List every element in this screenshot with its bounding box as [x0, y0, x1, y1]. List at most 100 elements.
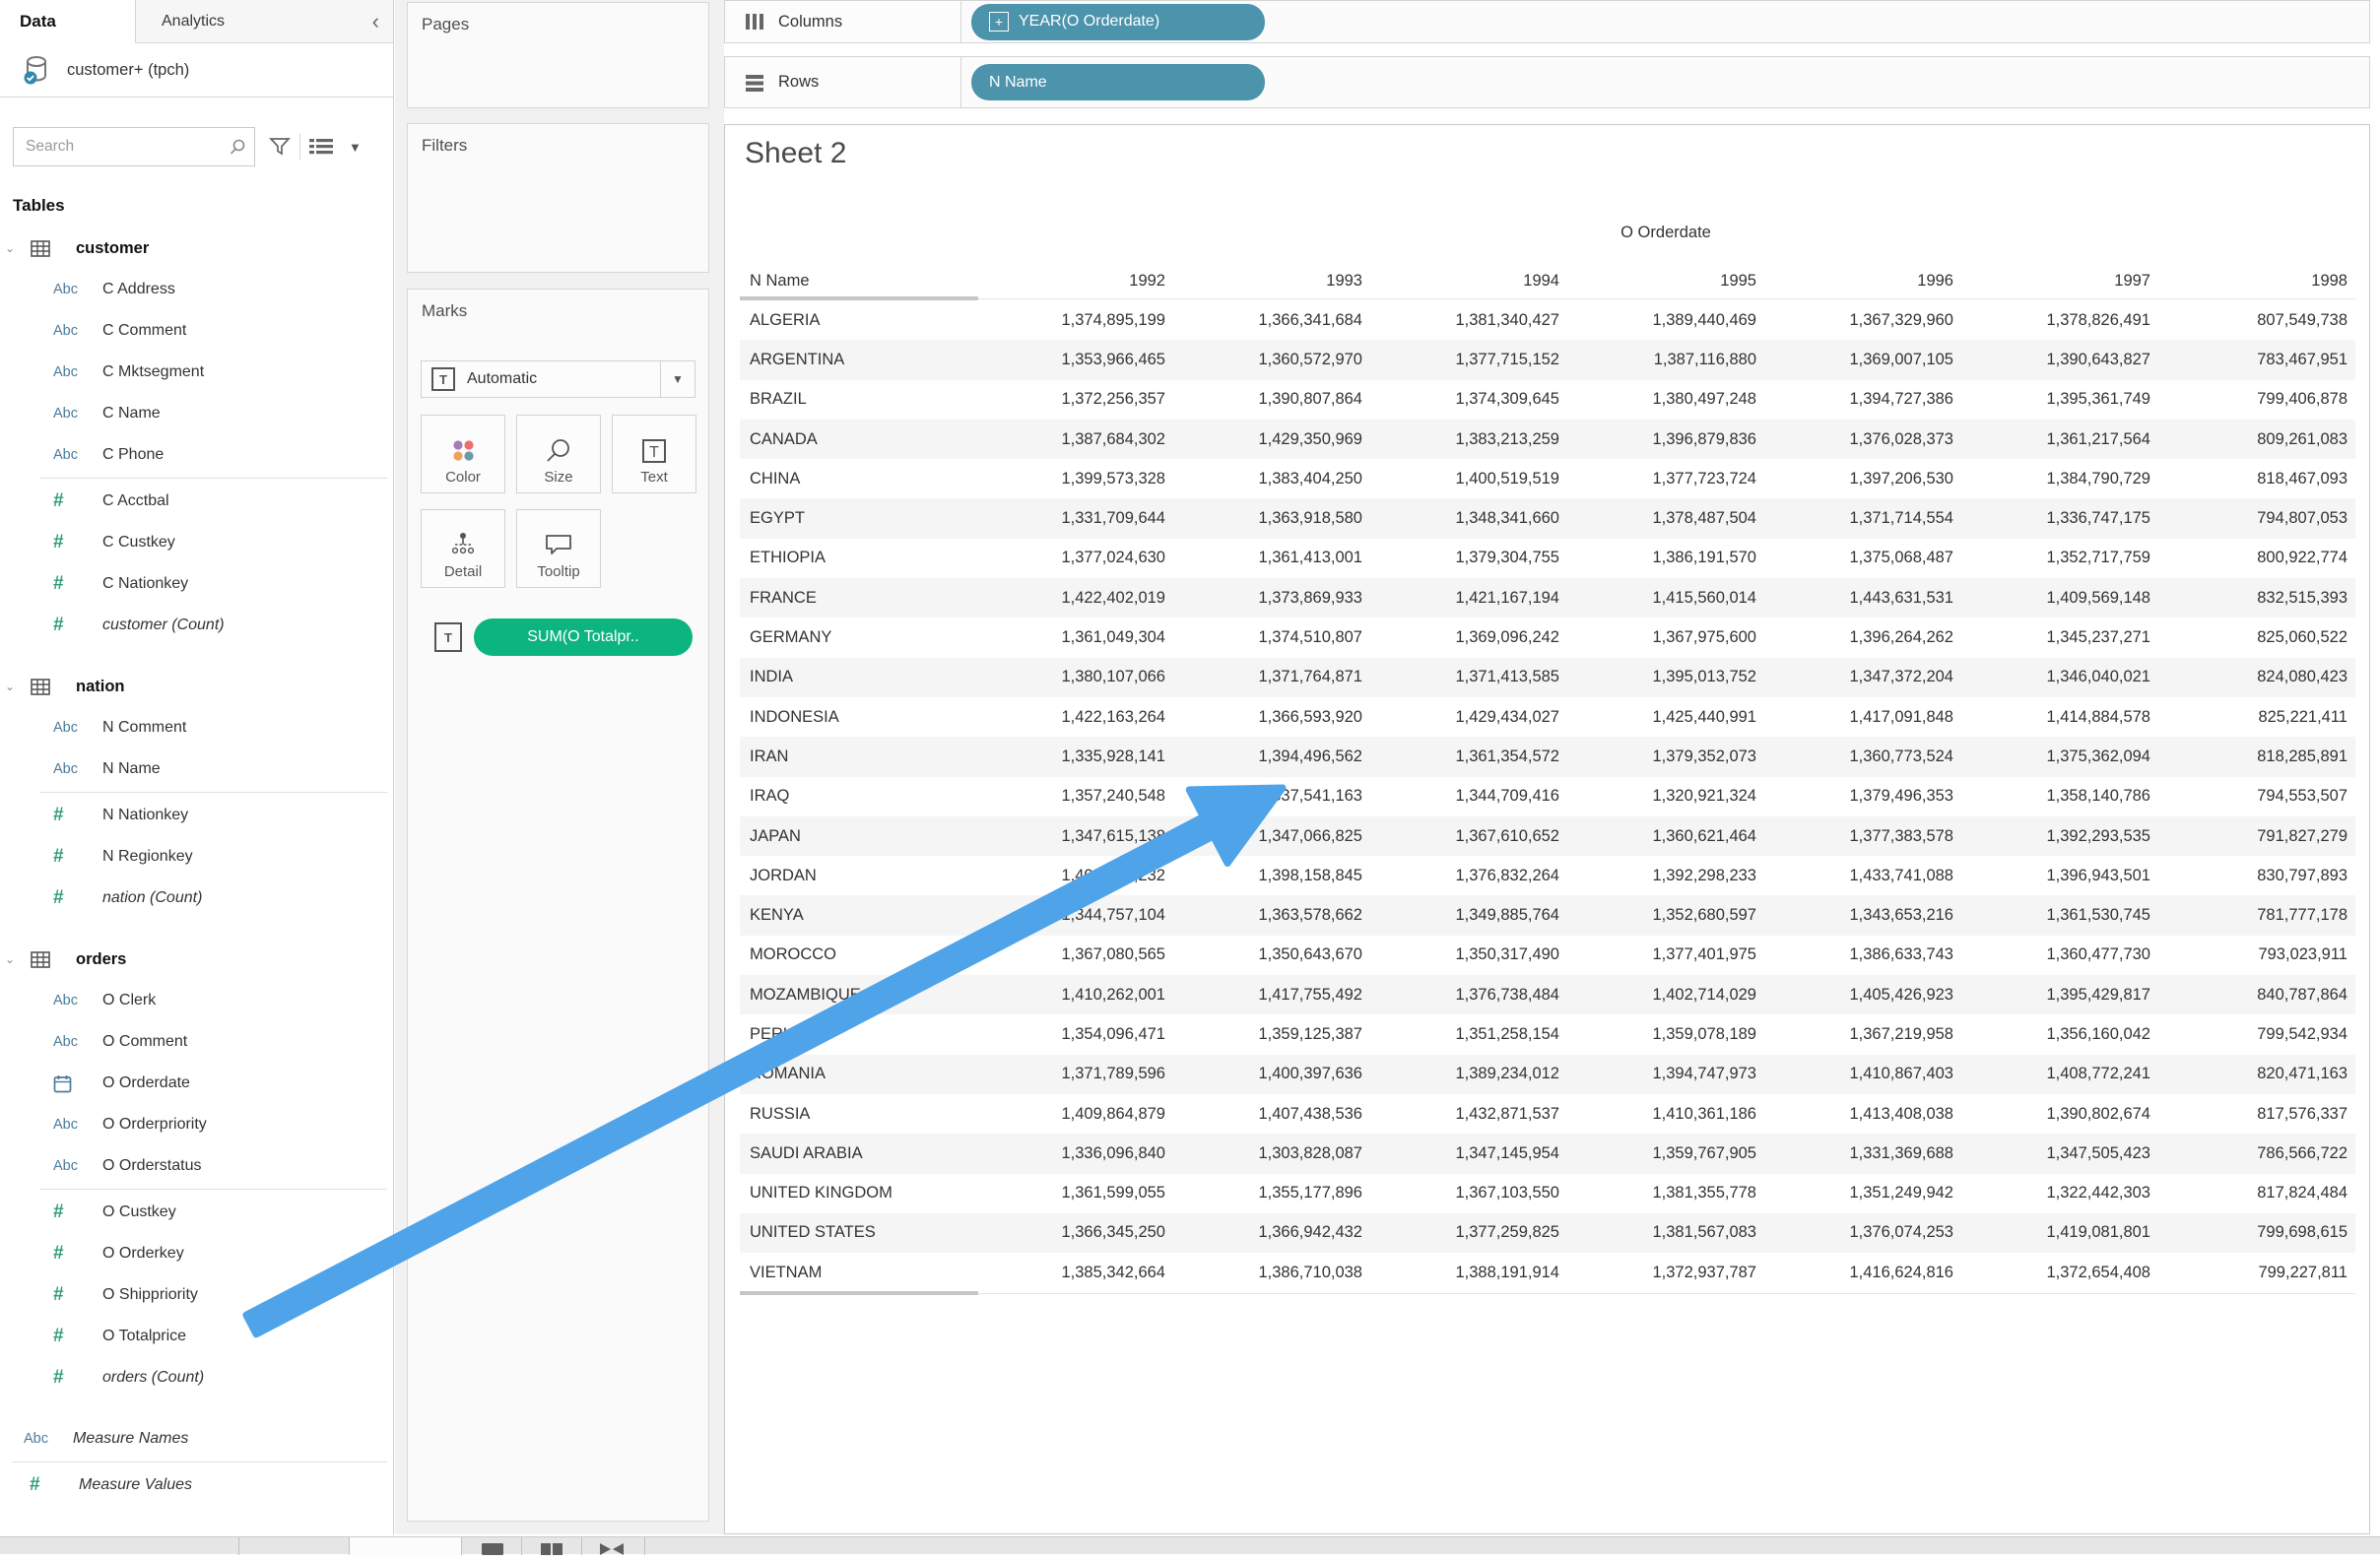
- value-cell[interactable]: 799,542,934: [2158, 1025, 2355, 1044]
- field-measure-values[interactable]: # Measure Values: [0, 1464, 393, 1506]
- field-item[interactable]: #O Shippriority: [0, 1274, 393, 1316]
- value-cell[interactable]: 818,467,093: [2158, 470, 2355, 488]
- value-cell[interactable]: 1,354,096,471: [976, 1025, 1173, 1044]
- value-cell[interactable]: 791,827,279: [2158, 827, 2355, 846]
- color-button[interactable]: Color: [421, 415, 505, 493]
- value-cell[interactable]: 1,386,710,038: [1173, 1264, 1370, 1282]
- value-cell[interactable]: 1,381,340,427: [1370, 311, 1567, 330]
- value-cell[interactable]: 1,351,249,942: [1764, 1184, 1961, 1202]
- value-cell[interactable]: 1,360,477,730: [1961, 945, 2158, 964]
- value-cell[interactable]: 794,807,053: [2158, 509, 2355, 528]
- tab-analytics[interactable]: Analytics ‹: [135, 0, 393, 43]
- value-cell[interactable]: 1,378,487,504: [1567, 509, 1764, 528]
- field-item[interactable]: #O Custkey: [0, 1192, 393, 1233]
- value-cell[interactable]: 1,386,633,743: [1764, 945, 1961, 964]
- value-cell[interactable]: 1,379,352,073: [1567, 748, 1764, 766]
- rows-shelf[interactable]: Rows N Name: [724, 56, 2370, 108]
- tab-data[interactable]: Data: [0, 0, 135, 43]
- value-cell[interactable]: 1,369,096,242: [1370, 628, 1567, 647]
- value-cell[interactable]: 1,405,426,923: [1764, 986, 1961, 1005]
- value-cell[interactable]: 1,361,413,001: [1173, 549, 1370, 567]
- value-cell[interactable]: 1,392,298,233: [1567, 867, 1764, 885]
- value-cell[interactable]: 1,353,966,465: [976, 351, 1173, 369]
- field-item[interactable]: #customer (Count): [0, 605, 393, 646]
- value-cell[interactable]: 1,376,028,373: [1764, 430, 1961, 449]
- value-cell[interactable]: 1,352,717,759: [1961, 549, 2158, 567]
- chevron-collapse-icon[interactable]: ⌄: [0, 952, 27, 966]
- value-cell[interactable]: 1,417,091,848: [1764, 708, 1961, 727]
- value-cell[interactable]: 799,698,615: [2158, 1223, 2355, 1242]
- row-header-cell[interactable]: KENYA: [740, 906, 976, 925]
- value-cell[interactable]: 1,416,624,816: [1764, 1264, 1961, 1282]
- value-cell[interactable]: 830,797,893: [2158, 867, 2355, 885]
- value-cell[interactable]: 1,375,068,487: [1764, 549, 1961, 567]
- value-cell[interactable]: 1,336,747,175: [1961, 509, 2158, 528]
- value-cell[interactable]: 1,407,438,536: [1173, 1105, 1370, 1124]
- value-cell[interactable]: 1,388,191,914: [1370, 1264, 1567, 1282]
- chevron-down-icon[interactable]: ▼: [349, 140, 362, 155]
- value-cell[interactable]: 1,432,871,537: [1370, 1105, 1567, 1124]
- value-cell[interactable]: 1,383,213,259: [1370, 430, 1567, 449]
- value-cell[interactable]: 1,433,741,088: [1764, 867, 1961, 885]
- value-cell[interactable]: 783,467,951: [2158, 351, 2355, 369]
- value-cell[interactable]: 1,429,434,027: [1370, 708, 1567, 727]
- value-cell[interactable]: 1,344,709,416: [1370, 787, 1567, 806]
- value-cell[interactable]: 786,566,722: [2158, 1144, 2355, 1163]
- mark-type-dropdown[interactable]: T Automatic ▼: [421, 360, 695, 398]
- row-header-cell[interactable]: CHINA: [740, 470, 976, 488]
- value-cell[interactable]: 1,394,496,562: [1173, 748, 1370, 766]
- search-input-box[interactable]: [13, 127, 255, 166]
- value-cell[interactable]: 1,361,354,572: [1370, 748, 1567, 766]
- value-cell[interactable]: 1,414,884,578: [1961, 708, 2158, 727]
- table-header-nation[interactable]: ⌄nation: [0, 666, 393, 707]
- tooltip-button[interactable]: Tooltip: [516, 509, 601, 588]
- value-cell[interactable]: 1,371,764,871: [1173, 668, 1370, 686]
- value-cell[interactable]: 1,363,578,662: [1173, 906, 1370, 925]
- value-cell[interactable]: 1,380,107,066: [976, 668, 1173, 686]
- value-cell[interactable]: 820,471,163: [2158, 1065, 2355, 1083]
- value-cell[interactable]: 1,380,497,248: [1567, 390, 1764, 409]
- row-header-cell[interactable]: IRAN: [740, 748, 976, 766]
- value-cell[interactable]: 1,355,177,896: [1173, 1184, 1370, 1202]
- value-cell[interactable]: 1,375,362,094: [1961, 748, 2158, 766]
- value-cell[interactable]: 1,331,369,688: [1764, 1144, 1961, 1163]
- row-header-cell[interactable]: MOZAMBIQUE: [740, 986, 976, 1005]
- row-header-resize-handle[interactable]: [740, 1291, 978, 1295]
- value-cell[interactable]: 1,384,790,729: [1961, 470, 2158, 488]
- new-worksheet-icon[interactable]: [481, 1542, 504, 1560]
- value-cell[interactable]: 1,394,747,973: [1567, 1065, 1764, 1083]
- value-cell[interactable]: 1,360,572,970: [1173, 351, 1370, 369]
- nname-pill[interactable]: N Name: [971, 64, 1265, 100]
- field-item[interactable]: AbcC Name: [0, 393, 393, 434]
- value-cell[interactable]: 1,347,145,954: [1370, 1144, 1567, 1163]
- value-cell[interactable]: 1,379,304,755: [1370, 549, 1567, 567]
- value-cell[interactable]: 1,390,643,827: [1961, 351, 2158, 369]
- size-button[interactable]: Size: [516, 415, 601, 493]
- value-cell[interactable]: 1,369,007,105: [1764, 351, 1961, 369]
- collapse-pane-icon[interactable]: ‹: [372, 11, 379, 32]
- row-header-cell[interactable]: FRANCE: [740, 589, 976, 608]
- value-cell[interactable]: 1,345,237,271: [1961, 628, 2158, 647]
- value-cell[interactable]: 781,777,178: [2158, 906, 2355, 925]
- value-cell[interactable]: 1,347,505,423: [1961, 1144, 2158, 1163]
- value-cell[interactable]: 1,346,040,021: [1961, 668, 2158, 686]
- value-cell[interactable]: 799,406,878: [2158, 390, 2355, 409]
- value-cell[interactable]: 1,343,653,216: [1764, 906, 1961, 925]
- column-header-year[interactable]: 1995: [1567, 272, 1764, 291]
- table-header-orders[interactable]: ⌄orders: [0, 939, 393, 980]
- value-cell[interactable]: 1,344,757,104: [976, 906, 1173, 925]
- value-cell[interactable]: 1,376,074,253: [1764, 1223, 1961, 1242]
- row-header-cell[interactable]: CANADA: [740, 430, 976, 449]
- value-cell[interactable]: 1,421,167,194: [1370, 589, 1567, 608]
- pages-shelf[interactable]: Pages: [407, 2, 709, 108]
- value-cell[interactable]: 1,387,684,302: [976, 430, 1173, 449]
- field-item[interactable]: AbcC Phone: [0, 434, 393, 476]
- filters-shelf[interactable]: Filters: [407, 123, 709, 273]
- value-cell[interactable]: 817,576,337: [2158, 1105, 2355, 1124]
- row-header-cell[interactable]: INDONESIA: [740, 708, 976, 727]
- value-cell[interactable]: 1,409,864,879: [976, 1105, 1173, 1124]
- value-cell[interactable]: 1,395,429,817: [1961, 986, 2158, 1005]
- value-cell[interactable]: 1,429,350,969: [1173, 430, 1370, 449]
- field-item[interactable]: #C Nationkey: [0, 563, 393, 605]
- value-cell[interactable]: 1,351,258,154: [1370, 1025, 1567, 1044]
